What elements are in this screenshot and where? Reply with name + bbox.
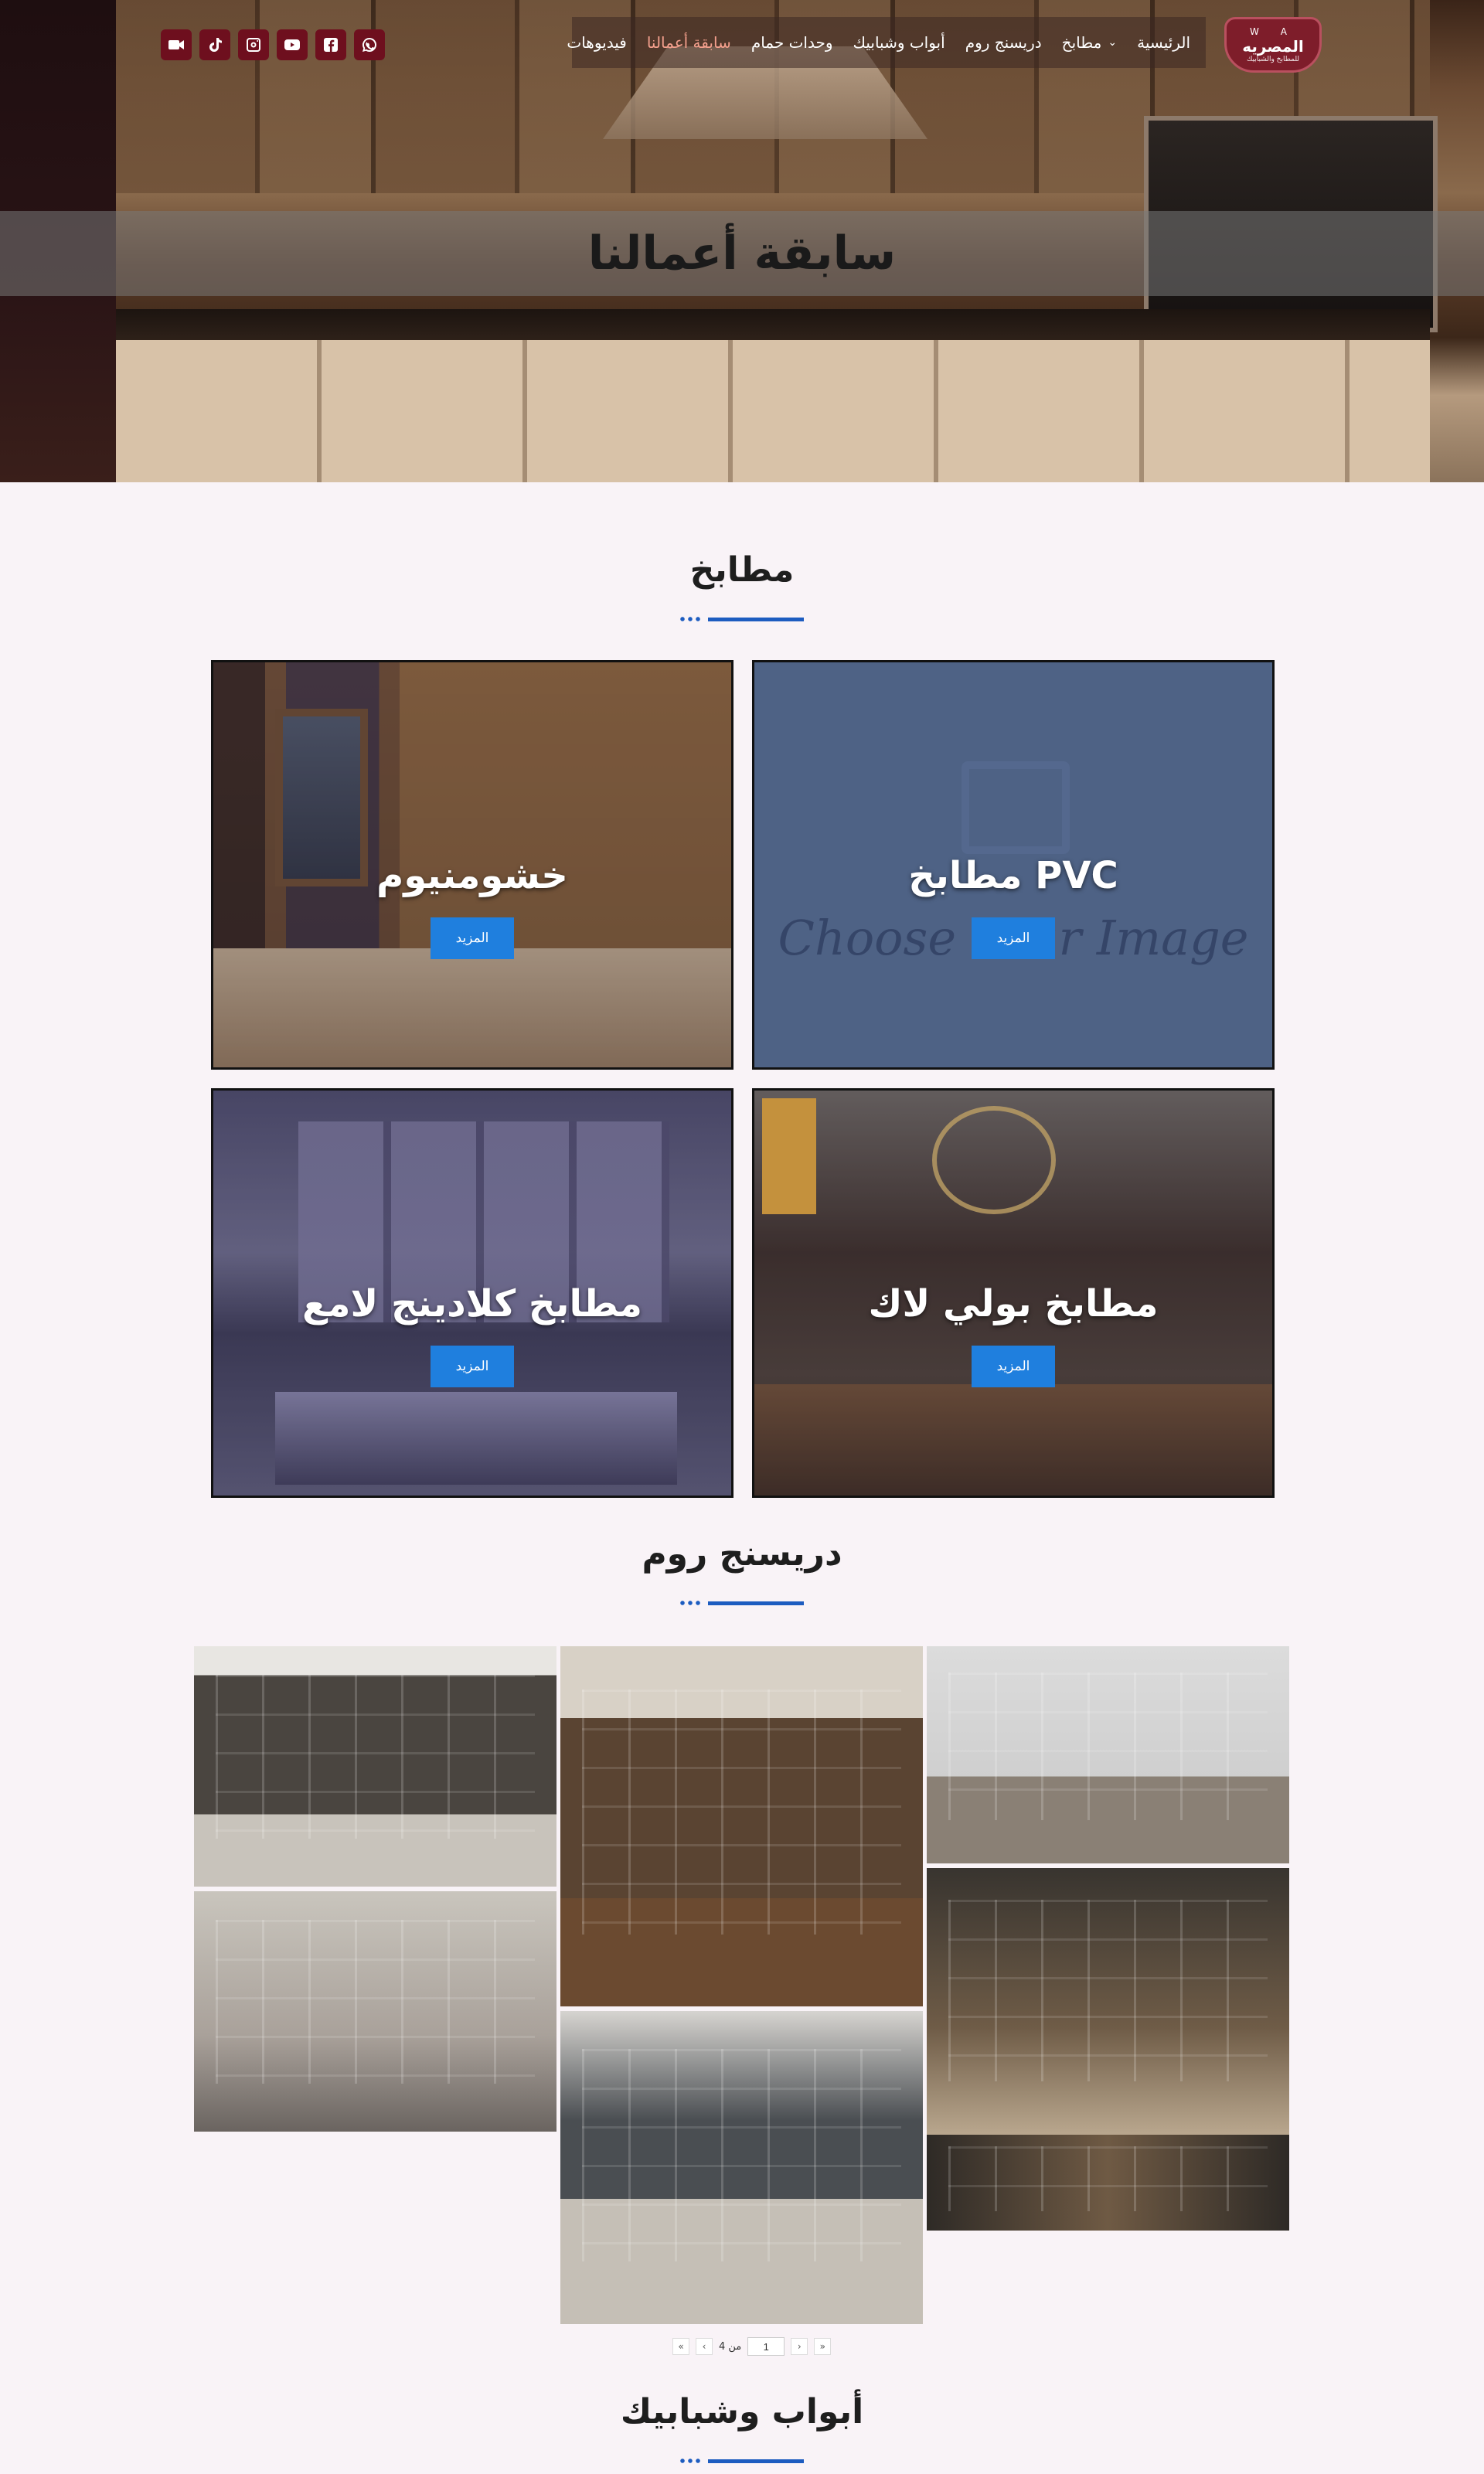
nav-item-bathroom-units[interactable]: وحدات حمام (751, 33, 833, 52)
hero-lower-cabinets (116, 340, 1430, 482)
nav-item-portfolio[interactable]: سابقة أعمالنا (647, 33, 731, 52)
nav-item-label: فيديوهات (567, 33, 627, 52)
gallery-image-detail (948, 1900, 1268, 2081)
section-title-dressing-room: دريسنج روم (642, 1534, 842, 1574)
nav-item-label: الرئيسية (1137, 33, 1190, 52)
section-title-kitchens: مطابخ (689, 550, 795, 590)
facebook-icon[interactable] (315, 29, 346, 60)
gallery-image-detail (948, 1672, 1268, 1820)
nav-item-videos[interactable]: فيديوهات (567, 33, 626, 52)
gallery-image[interactable] (927, 1868, 1289, 2135)
divider-line (708, 1601, 804, 1605)
chevron-down-icon: ⌄ (1108, 36, 1118, 49)
more-button[interactable]: المزيد (972, 1346, 1055, 1387)
divider-dots (679, 2459, 702, 2463)
nav-item-label: وحدات حمام (751, 33, 833, 52)
divider-dots (679, 1601, 702, 1605)
card-title: مطابخ PVC (908, 854, 1118, 897)
nav-item-kitchens[interactable]: مطابخ ⌄ (1062, 33, 1117, 52)
card-title: خشومنيوم (376, 854, 568, 897)
logo-name: المصريه (1242, 37, 1304, 56)
gallery-image[interactable] (560, 1646, 923, 2006)
nav-item-label: سابقة أعمالنا (646, 33, 731, 52)
instagram-icon[interactable] (238, 29, 269, 60)
gallery-image-detail (582, 1689, 901, 1935)
kitchen-card-khoshomnium[interactable]: خشومنيوم المزيد (211, 660, 733, 1070)
more-button[interactable]: المزيد (431, 1346, 514, 1387)
kitchen-card-poly-lac[interactable]: مطابخ بولي لاك المزيد (752, 1088, 1275, 1498)
gallery-image-detail (216, 1675, 535, 1839)
divider-dots (679, 617, 702, 621)
gallery-image-detail (582, 2048, 901, 2261)
section-title-doors-windows: أبواب وشبابيك (620, 2392, 864, 2431)
more-button[interactable]: المزيد (972, 917, 1055, 959)
section-divider (679, 2459, 804, 2463)
card-title: مطابخ كلادينج لامع (302, 1282, 642, 1325)
section-divider (679, 617, 804, 621)
video-camera-icon[interactable] (161, 29, 192, 60)
gallery-image[interactable] (560, 2011, 923, 2324)
kitchen-card-pvc[interactable]: Choose Your Image مطابخ PVC المزيد (752, 660, 1275, 1070)
pagination-first-button[interactable]: « (672, 2338, 689, 2355)
card-title: مطابخ بولي لاك (868, 1282, 1159, 1325)
main-nav: الرئيسية مطابخ ⌄ دريسنج روم أبواب وشبابيك… (567, 17, 1206, 68)
pagination-total: من 4 (719, 2340, 742, 2353)
gallery-image[interactable] (194, 1891, 556, 2132)
nav-item-home[interactable]: الرئيسية (1137, 33, 1190, 52)
whatsapp-icon[interactable] (354, 29, 385, 60)
logo-subtitle: للمطابخ والشبابيك (1246, 56, 1300, 63)
nav-item-doors-windows[interactable]: أبواب وشبابيك (853, 33, 945, 52)
gallery-image[interactable] (194, 1646, 556, 1887)
gallery-image[interactable] (927, 1646, 1289, 1863)
gallery-pagination: « ‹ من 4 › » (672, 2336, 832, 2357)
gallery-image[interactable] (927, 2135, 1289, 2231)
site-logo[interactable]: W A المصريه للمطابخ والشبابيك (1224, 17, 1322, 73)
divider-line (708, 618, 804, 621)
pagination-last-button[interactable]: » (814, 2338, 832, 2355)
social-links (161, 29, 385, 60)
logo-top-letters: W A (1250, 26, 1296, 37)
pagination-page-input[interactable] (747, 2337, 785, 2356)
gallery-image-detail (948, 2146, 1268, 2212)
kitchen-card-cladding-glossy[interactable]: مطابخ كلادينج لامع المزيد (211, 1088, 733, 1498)
section-divider (679, 1601, 804, 1605)
image-placeholder-icon (962, 761, 1070, 854)
youtube-icon[interactable] (277, 29, 308, 60)
gallery-image-detail (216, 1920, 535, 2084)
tiktok-icon[interactable] (199, 29, 230, 60)
pagination-next-button[interactable]: › (791, 2338, 808, 2355)
hero-countertop (116, 309, 1430, 340)
more-button[interactable]: المزيد (431, 917, 514, 959)
nav-item-label: أبواب وشبابيك (853, 33, 945, 52)
pagination-prev-button[interactable]: ‹ (696, 2338, 713, 2355)
nav-item-label: دريسنج روم (965, 33, 1042, 52)
page-title: سابقة أعمالنا (587, 226, 897, 281)
nav-item-dressing-room[interactable]: دريسنج روم (965, 33, 1042, 52)
divider-line (708, 2459, 804, 2463)
nav-item-label: مطابخ (1061, 33, 1102, 52)
